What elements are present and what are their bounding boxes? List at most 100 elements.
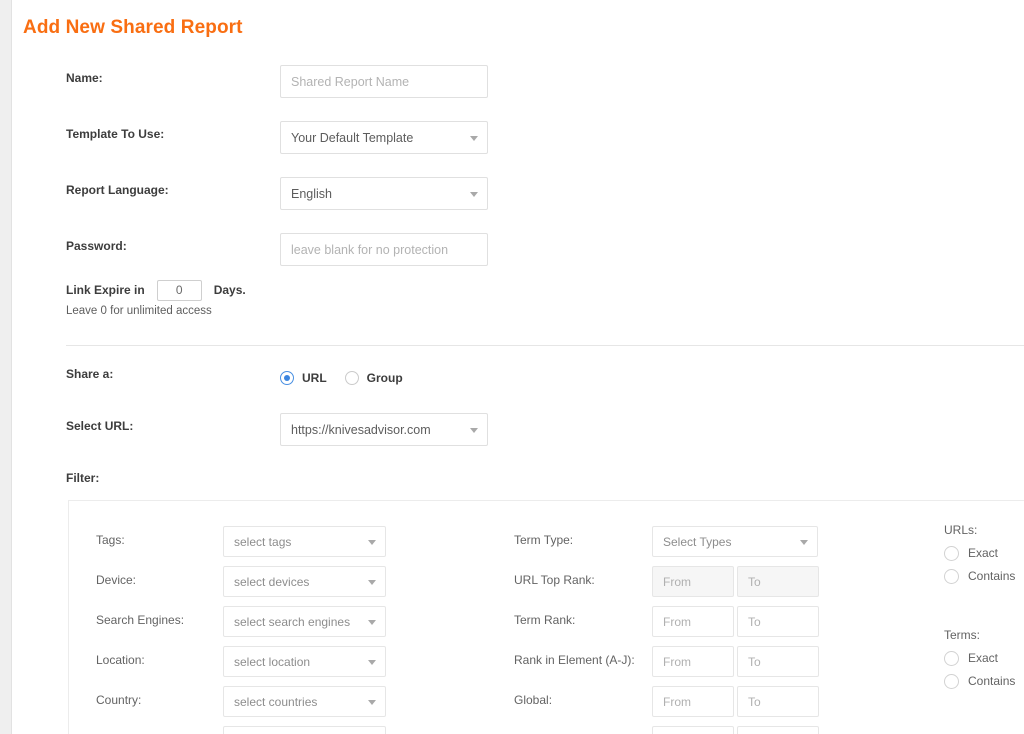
- language-select[interactable]: English: [280, 177, 488, 210]
- filter-row-search-engines: Search Engines: select search engines: [96, 601, 456, 641]
- filter-label-global: Global:: [514, 693, 553, 707]
- filter-select-device[interactable]: select devices: [223, 566, 386, 597]
- form-row-template: Template To Use: Your Default Template: [66, 121, 1016, 155]
- chevron-down-icon: [368, 619, 376, 625]
- filter-label-tags: Tags:: [96, 533, 125, 547]
- select-url-label: Select URL:: [66, 419, 134, 433]
- radio-icon-urls-contains[interactable]: [944, 568, 959, 584]
- filter-terms-option-contains-label: Contains: [968, 674, 1016, 688]
- filter-label-url-top-rank: URL Top Rank:: [514, 573, 595, 587]
- filter-label-country: Country:: [96, 693, 142, 707]
- filter-row-url-top-rank: URL Top Rank: From To: [514, 561, 859, 601]
- form-row-language: Report Language: English: [66, 177, 1016, 211]
- share-a-label: Share a:: [66, 367, 114, 381]
- filter-label-term-rank: Term Rank:: [514, 613, 576, 627]
- name-input[interactable]: Shared Report Name: [280, 65, 488, 98]
- filter-select-location[interactable]: select location: [223, 646, 386, 677]
- filter-range-term-rank: From To: [652, 606, 819, 637]
- share-a-option-group[interactable]: Group: [344, 370, 403, 385]
- select-url-select[interactable]: https://knivesadvisor.com: [280, 413, 488, 446]
- share-a-option-url[interactable]: URL: [280, 370, 327, 385]
- filter-label-rank-in-element: Rank in Element (A-J):: [514, 653, 635, 667]
- language-field-wrap: English: [280, 177, 488, 210]
- filter-label-search-engines: Search Engines:: [96, 613, 185, 627]
- page-title: Add New Shared Report: [23, 17, 243, 38]
- filter-column-left: Tags: select tags Device: select devices…: [96, 501, 456, 734]
- filter-select-next-partial[interactable]: [223, 726, 386, 734]
- left-gutter-strip: [0, 0, 12, 734]
- filter-urls-option-contains-label: Contains: [968, 569, 1016, 583]
- filter-select-term-type[interactable]: Select Types: [652, 526, 818, 557]
- filter-select-tags[interactable]: select tags: [223, 526, 386, 557]
- password-label: Password:: [66, 239, 127, 253]
- filter-terms-option-contains[interactable]: Contains: [944, 671, 1024, 691]
- template-select[interactable]: Your Default Template: [280, 121, 488, 154]
- filter-select-country[interactable]: select countries: [223, 686, 386, 717]
- chevron-down-icon: [368, 539, 376, 545]
- chevron-down-icon: [368, 579, 376, 585]
- link-expire-hint: Leave 0 for unlimited access: [66, 305, 212, 317]
- filter-group-urls: URLs: Exact Contains: [944, 523, 1024, 586]
- radio-icon-url[interactable]: [280, 370, 294, 385]
- shared-report-form-page: Add New Shared Report Name: Shared Repor…: [0, 0, 1024, 734]
- password-input[interactable]: leave blank for no protection: [280, 233, 488, 266]
- language-label: Report Language:: [66, 183, 169, 197]
- template-label: Template To Use:: [66, 127, 165, 141]
- filter-next-partial-to[interactable]: [737, 726, 819, 734]
- filter-label-location: Location:: [96, 653, 145, 667]
- filter-select-search-engines-value: select search engines: [234, 614, 351, 629]
- filter-row-device: Device: select devices: [96, 561, 456, 601]
- link-expire-days-input[interactable]: [156, 279, 202, 301]
- form-row-name: Name: Shared Report Name: [66, 65, 1016, 99]
- filter-terms-option-exact-label: Exact: [968, 651, 999, 665]
- filter-next-partial-from[interactable]: [652, 726, 734, 734]
- chevron-down-icon: [470, 191, 478, 197]
- filter-row-tags: Tags: select tags: [96, 521, 456, 561]
- filter-select-search-engines[interactable]: select search engines: [223, 606, 386, 637]
- filter-url-top-rank-from[interactable]: From: [652, 566, 734, 597]
- chevron-down-icon: [368, 699, 376, 705]
- share-a-option-url-label: URL: [302, 370, 327, 385]
- filter-urls-option-exact[interactable]: Exact: [944, 543, 1024, 563]
- filter-group-urls-title: URLs:: [944, 523, 978, 537]
- filter-urls-option-exact-label: Exact: [968, 546, 999, 560]
- share-a-option-group-label: Group: [366, 370, 403, 385]
- filter-section-label: Filter:: [66, 471, 100, 485]
- filter-row-location: Location: select location: [96, 641, 456, 681]
- select-url-value: https://knivesadvisor.com: [291, 422, 431, 437]
- password-field-wrap: leave blank for no protection: [280, 233, 488, 266]
- chevron-down-icon: [470, 427, 478, 433]
- filter-term-rank-to[interactable]: To: [737, 606, 819, 637]
- radio-icon-terms-exact[interactable]: [944, 650, 959, 666]
- name-field-wrap: Shared Report Name: [280, 65, 488, 98]
- filter-urls-option-contains[interactable]: Contains: [944, 566, 1024, 586]
- filter-term-rank-from[interactable]: From: [652, 606, 734, 637]
- filter-row-global: Global: From To: [514, 681, 859, 721]
- filter-rank-in-element-to[interactable]: To: [737, 646, 819, 677]
- filter-select-term-type-value: Select Types: [663, 534, 732, 549]
- filter-row-country: Country: select countries: [96, 681, 456, 721]
- filter-rank-in-element-from[interactable]: From: [652, 646, 734, 677]
- filter-global-to[interactable]: To: [737, 686, 819, 717]
- select-url-field-wrap: https://knivesadvisor.com: [280, 413, 488, 446]
- filter-row-term-rank: Term Rank: From To: [514, 601, 859, 641]
- link-expire-label: Link Expire in: [66, 283, 145, 297]
- filter-select-location-value: select location: [234, 654, 311, 669]
- filter-group-terms: Terms: Exact Contains: [944, 628, 1024, 691]
- section-divider: [66, 345, 1024, 346]
- radio-icon-terms-contains[interactable]: [944, 673, 959, 689]
- radio-icon-urls-exact[interactable]: [944, 545, 959, 561]
- filter-global-from[interactable]: From: [652, 686, 734, 717]
- filter-row-rank-in-element: Rank in Element (A-J): From To: [514, 641, 859, 681]
- form-row-share-a: Share a: URL Group: [66, 361, 1016, 395]
- chevron-down-icon: [800, 539, 808, 545]
- filter-column-middle: Term Type: Select Types URL Top Rank: Fr…: [514, 501, 859, 734]
- filter-url-top-rank-to[interactable]: To: [737, 566, 819, 597]
- filter-select-device-value: select devices: [234, 574, 310, 589]
- filter-range-next-partial: [652, 726, 819, 734]
- template-select-value: Your Default Template: [291, 130, 414, 145]
- radio-icon-group[interactable]: [344, 370, 359, 385]
- filter-label-term-type: Term Type:: [514, 533, 574, 547]
- filter-label-device: Device:: [96, 573, 137, 587]
- filter-terms-option-exact[interactable]: Exact: [944, 648, 1024, 668]
